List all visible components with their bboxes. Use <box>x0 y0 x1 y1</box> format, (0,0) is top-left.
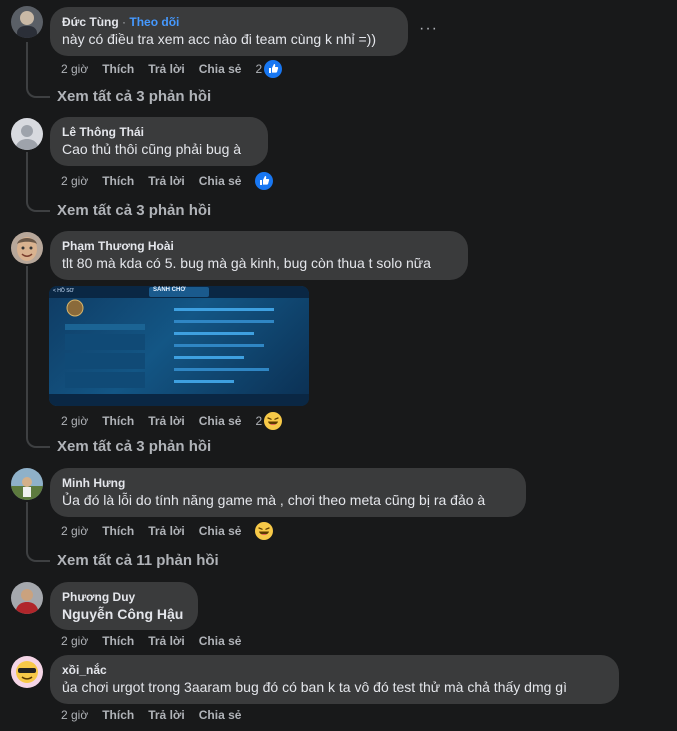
comment-bubble: Lê Thông Thái Cao thủ thôi cũng phải bug… <box>50 117 268 166</box>
comment-author[interactable]: Minh Hưng <box>62 475 514 491</box>
reply-button[interactable]: Trả lời <box>148 174 185 188</box>
comment-mention-tag[interactable]: Nguyễn Công Hậu <box>62 605 186 624</box>
share-button[interactable]: Chia sẻ <box>199 708 242 722</box>
share-button[interactable]: Chia sẻ <box>199 524 242 538</box>
reply-thread-line <box>26 266 50 448</box>
reply-button[interactable]: Trả lời <box>148 634 185 648</box>
comment-image-attachment[interactable]: SẢNH CHỜ < HỒ SƠ <box>49 286 309 406</box>
comment-author[interactable]: Phương Duy <box>62 589 186 605</box>
reply-thread-line <box>26 152 50 212</box>
view-replies-link[interactable]: Xem tất cả 11 phản hồi <box>57 552 219 570</box>
timestamp[interactable]: 2 giờ <box>61 634 88 648</box>
comment-actions: 2 giờ Thích Trả lời Chia sẻ <box>61 706 255 724</box>
share-button[interactable]: Chia sẻ <box>199 174 242 188</box>
comment-bubble: Phạm Thương Hoài tlt 80 mà kda có 5. bug… <box>50 231 468 280</box>
comment-text: tlt 80 mà kda có 5. bug mà gà kinh, bug … <box>62 255 431 271</box>
like-button[interactable]: Thích <box>102 414 134 428</box>
like-button[interactable]: Thích <box>102 62 134 76</box>
view-replies-link[interactable]: Xem tất cả 3 phản hồi <box>57 202 211 220</box>
reaction-count[interactable]: 2 <box>255 62 262 76</box>
comment-author[interactable]: xồi_nắc <box>62 662 607 678</box>
reply-button[interactable]: Trả lời <box>148 708 185 722</box>
avatar[interactable] <box>11 232 43 264</box>
comment-actions: 2 giờ Thích Trả lời Chia sẻ 2 <box>61 412 283 430</box>
reaction-count[interactable]: 2 <box>255 414 262 428</box>
attachment-back-label: < HỒ SƠ <box>53 288 74 294</box>
share-button[interactable]: Chia sẻ <box>199 62 242 76</box>
comment-bubble: Đức Tùng · Theo dõi này có điều tra xem … <box>50 7 408 56</box>
share-button[interactable]: Chia sẻ <box>199 634 242 648</box>
avatar[interactable] <box>11 6 43 38</box>
comment-text: này có điều tra xem acc nào đi team cùng… <box>62 31 376 47</box>
comment-actions: 2 giờ Thích Trả lời Chia sẻ <box>61 632 255 650</box>
avatar[interactable] <box>11 582 43 614</box>
haha-icon[interactable] <box>255 522 274 540</box>
comment-actions: 2 giờ Thích Trả lời Chia sẻ 2 <box>61 60 283 78</box>
view-replies-link[interactable]: Xem tất cả 3 phản hồi <box>57 88 211 106</box>
comment-actions: 2 giờ Thích Trả lời Chia sẻ <box>61 522 274 540</box>
comment-author-line: Đức Tùng · Theo dõi <box>62 14 396 30</box>
game-screenshot-graphic <box>49 286 309 406</box>
attachment-title: SẢNH CHỜ <box>153 287 186 293</box>
comment-author[interactable]: Đức Tùng <box>62 15 119 29</box>
comment-text: Ủa đó là lỗi do tính năng game mà , chơi… <box>62 492 486 508</box>
like-icon[interactable] <box>255 172 274 190</box>
reply-thread-line <box>26 42 50 98</box>
avatar[interactable] <box>11 118 43 150</box>
like-button[interactable]: Thích <box>102 524 134 538</box>
avatar[interactable] <box>11 656 43 688</box>
timestamp[interactable]: 2 giờ <box>61 414 88 428</box>
comment-bubble: Minh Hưng Ủa đó là lỗi do tính năng game… <box>50 468 526 517</box>
avatar[interactable] <box>11 468 43 500</box>
view-replies-link[interactable]: Xem tất cả 3 phản hồi <box>57 438 211 456</box>
comment-author[interactable]: Lê Thông Thái <box>62 124 256 140</box>
more-options-icon[interactable]: ··· <box>419 20 438 38</box>
comment-text: ủa chơi urgot trong 3aaram bug đó có ban… <box>62 679 567 695</box>
haha-icon[interactable] <box>264 412 283 430</box>
comment-text: Cao thủ thôi cũng phải bug à <box>62 141 242 157</box>
timestamp[interactable]: 2 giờ <box>61 174 88 188</box>
follow-link[interactable]: Theo dõi <box>129 15 179 29</box>
separator-dot: · <box>122 15 127 29</box>
timestamp[interactable]: 2 giờ <box>61 62 88 76</box>
comment-author[interactable]: Phạm Thương Hoài <box>62 238 456 254</box>
like-button[interactable]: Thích <box>102 634 134 648</box>
reply-button[interactable]: Trả lời <box>148 524 185 538</box>
comment-actions: 2 giờ Thích Trả lời Chia sẻ <box>61 172 274 190</box>
reply-button[interactable]: Trả lời <box>148 62 185 76</box>
share-button[interactable]: Chia sẻ <box>199 414 242 428</box>
like-button[interactable]: Thích <box>102 174 134 188</box>
comment-bubble: Phương Duy Nguyễn Công Hậu <box>50 582 198 630</box>
reply-button[interactable]: Trả lời <box>148 414 185 428</box>
reply-thread-line <box>26 502 50 562</box>
comment-bubble: xồi_nắc ủa chơi urgot trong 3aaram bug đ… <box>50 655 619 704</box>
like-icon[interactable] <box>264 60 283 78</box>
timestamp[interactable]: 2 giờ <box>61 708 88 722</box>
like-button[interactable]: Thích <box>102 708 134 722</box>
timestamp[interactable]: 2 giờ <box>61 524 88 538</box>
